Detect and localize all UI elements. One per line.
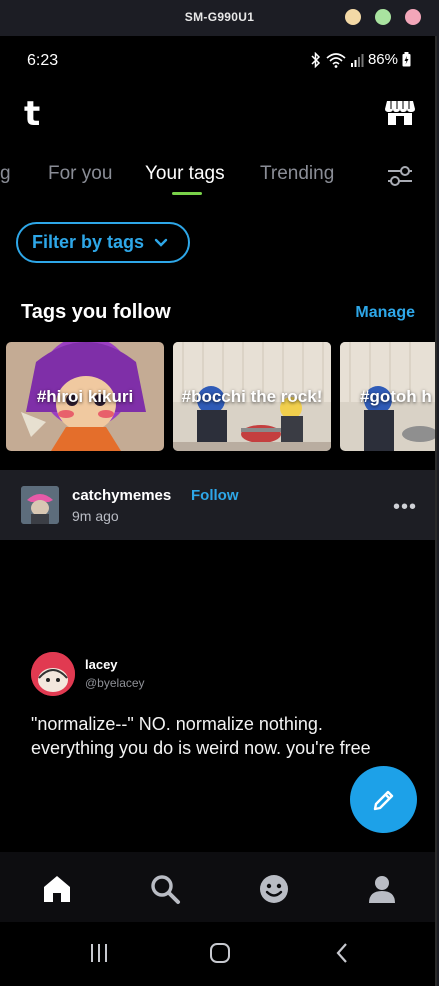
avatar-image: [21, 486, 59, 524]
battery-icon: [402, 52, 411, 67]
follow-button[interactable]: Follow: [191, 487, 239, 504]
device-title: SM-G990U1: [184, 10, 255, 24]
signal-icon: [350, 53, 364, 67]
status-bar: 6:23 86%: [0, 36, 435, 84]
shop-icon[interactable]: [385, 98, 415, 126]
tag-cards-carousel: #hiroi kikuri #bocchi the rock! #gotoh h: [6, 342, 435, 451]
tab-trending[interactable]: Trending: [260, 163, 334, 185]
tag-card-label: #hiroi kikuri: [36, 386, 134, 406]
more-options-button[interactable]: •••: [393, 496, 417, 519]
bottom-navigation: [0, 852, 435, 922]
tweet-text: "normalize--" NO. normalize nothing. eve…: [31, 714, 371, 758]
maximize-button[interactable]: [375, 9, 391, 25]
tab-for-you[interactable]: For you: [48, 163, 112, 185]
tumblr-logo[interactable]: t: [24, 94, 40, 134]
tweet-avatar-image: [31, 652, 75, 696]
active-tab-indicator: [172, 192, 202, 195]
avatar[interactable]: [21, 486, 59, 524]
bluetooth-icon: [311, 51, 321, 68]
compose-button[interactable]: [350, 766, 417, 833]
tune-settings-icon[interactable]: [387, 164, 413, 188]
tweet-avatar: [31, 652, 75, 696]
search-icon[interactable]: [148, 872, 182, 906]
feed-tabs: g For you Your tags Trending: [0, 160, 435, 200]
tab-following[interactable]: g: [0, 163, 11, 185]
profile-icon[interactable]: [365, 872, 399, 906]
manage-tags-link[interactable]: Manage: [355, 304, 415, 322]
status-time: 6:23: [27, 52, 59, 69]
filter-by-tags-button[interactable]: Filter by tags: [16, 222, 190, 263]
tweet-author-handle: @byelacey: [85, 676, 145, 690]
tab-your-tags[interactable]: Your tags: [145, 163, 225, 185]
minimize-button[interactable]: [345, 9, 361, 25]
wifi-icon: [326, 52, 346, 68]
tag-card[interactable]: #gotoh h: [340, 342, 435, 451]
home-circle-icon[interactable]: [207, 940, 233, 966]
post-username[interactable]: catchymemes: [72, 487, 171, 504]
tag-card[interactable]: #hiroi kikuri: [6, 342, 164, 451]
filter-label: Filter by tags: [32, 232, 145, 252]
smiley-icon[interactable]: [257, 872, 291, 906]
home-icon[interactable]: [40, 872, 74, 906]
pencil-icon: [373, 790, 393, 810]
tag-card-label: #gotoh h: [360, 386, 432, 406]
tag-card[interactable]: #bocchi the rock!: [173, 342, 331, 451]
tag-card-label: #bocchi the rock!: [181, 386, 323, 406]
phone-screen: 6:23 86% t g For you Your tags Trending …: [0, 36, 437, 986]
battery-percent: 86%: [367, 51, 398, 68]
recents-icon[interactable]: [86, 940, 112, 966]
back-icon[interactable]: [330, 940, 356, 966]
tweet-author-name: lacey: [85, 657, 118, 672]
emulator-title-bar: SM-G990U1: [0, 0, 439, 36]
system-navigation: [0, 922, 435, 986]
post-header: catchymemes Follow 9m ago •••: [0, 470, 435, 540]
tags-section-title: Tags you follow: [21, 301, 171, 323]
status-icons: 86%: [310, 51, 411, 68]
post-timestamp: 9m ago: [72, 508, 119, 524]
close-button[interactable]: [405, 9, 421, 25]
chevron-down-icon: [154, 238, 168, 247]
